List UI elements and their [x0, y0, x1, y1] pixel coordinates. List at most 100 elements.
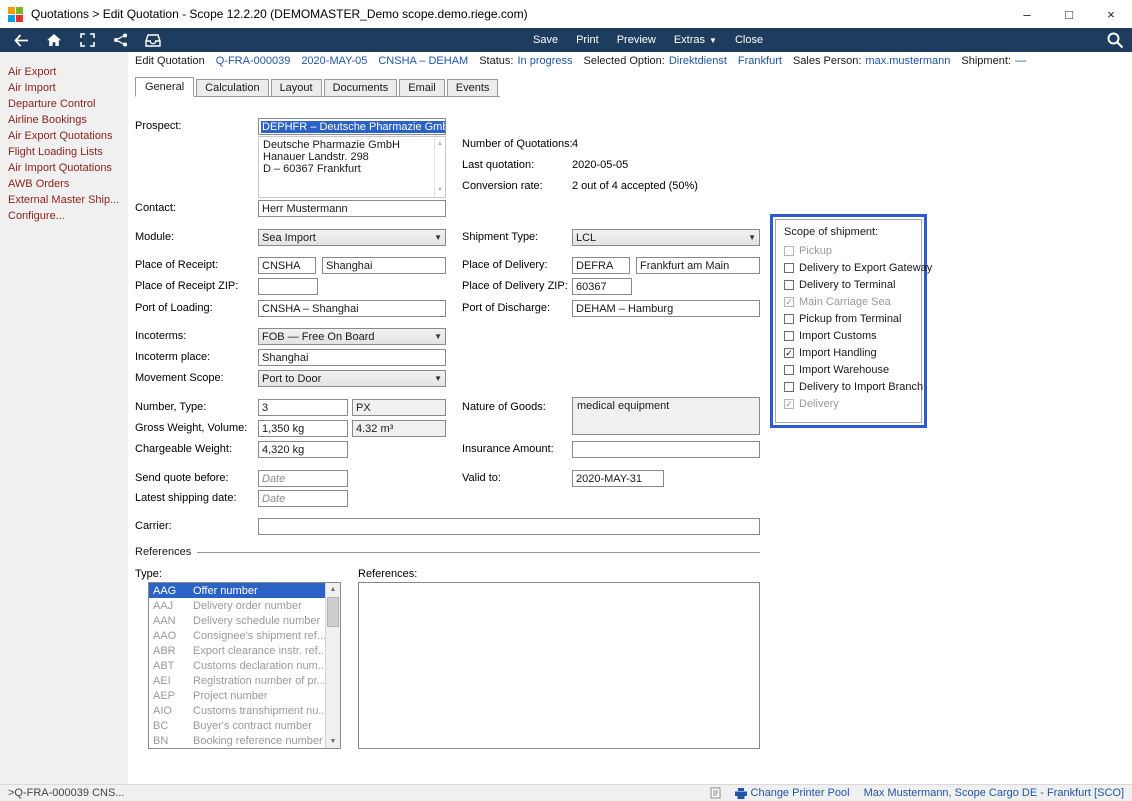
reference-type-row-aan[interactable]: AANDelivery schedule number	[149, 613, 325, 628]
prospect-combo[interactable]: DEPHFR – Deutsche Pharmazie GmbH ▼	[258, 118, 446, 135]
address-scrollbar[interactable]: ▲▼	[434, 137, 445, 197]
contact-field[interactable]: Herr Mustermann	[258, 200, 446, 217]
reference-list-scrollbar[interactable]: ▲ ▼	[325, 583, 340, 748]
sales-person-value[interactable]: max.mustermann	[865, 55, 950, 67]
scroll-down-icon[interactable]: ▼	[437, 184, 443, 196]
print-button[interactable]: Print	[571, 34, 604, 46]
sidebar-item-air-export[interactable]: Air Export	[0, 64, 128, 80]
close-window-button[interactable]: ×	[1090, 0, 1132, 28]
sidebar-item-air-import[interactable]: Air Import	[0, 80, 128, 96]
place-of-delivery-name-field[interactable]: Frankfurt am Main	[636, 257, 760, 274]
extras-button[interactable]: Extras▼	[669, 34, 722, 46]
place-of-receipt-code-field[interactable]: CNSHA	[258, 257, 316, 274]
reference-type-row-bn[interactable]: BNBooking reference number	[149, 733, 325, 748]
quotation-date-link[interactable]: 2020-MAY-05	[301, 55, 367, 67]
tab-layout[interactable]: Layout	[271, 79, 322, 96]
sidebar-item-air-export-quotations[interactable]: Air Export Quotations	[0, 128, 128, 144]
scroll-up-icon[interactable]: ▲	[437, 138, 443, 150]
place-of-delivery-zip-field[interactable]: 60367	[572, 278, 632, 295]
nature-of-goods-field[interactable]: medical equipment	[572, 397, 760, 435]
tab-general[interactable]: General	[135, 77, 194, 97]
quotation-number-link[interactable]: Q-FRA-000039	[216, 55, 291, 67]
share-icon[interactable]	[111, 32, 129, 48]
fullscreen-icon[interactable]	[78, 32, 96, 48]
current-user[interactable]: Max Mustermann, Scope Cargo DE - Frankfu…	[864, 787, 1124, 799]
incoterm-place-field[interactable]: Shanghai	[258, 349, 446, 366]
scope-checkbox-delivery-to-import-branch[interactable]: Delivery to Import Branch	[784, 378, 913, 395]
notes-icon[interactable]	[710, 787, 721, 799]
module-select[interactable]: Sea Import▼	[258, 229, 446, 246]
status-context[interactable]: >Q-FRA-000039 CNS...	[8, 787, 124, 799]
tab-events[interactable]: Events	[447, 79, 499, 96]
reference-type-row-aag[interactable]: AAGOffer number	[149, 583, 325, 598]
chargeable-weight-field[interactable]: 4,320 kg	[258, 441, 348, 458]
sidebar-item-airline-bookings[interactable]: Airline Bookings	[0, 112, 128, 128]
scope-checkbox-import-handling[interactable]: ✓Import Handling	[784, 344, 913, 361]
reference-type-row-abr[interactable]: ABRExport clearance instr. ref...	[149, 643, 325, 658]
incoterms-select[interactable]: FOB — Free On Board▼	[258, 328, 446, 345]
reference-type-list[interactable]: AAGOffer numberAAJDelivery order numberA…	[148, 582, 341, 749]
tab-calculation[interactable]: Calculation	[196, 79, 268, 96]
tab-strip: GeneralCalculationLayoutDocumentsEmailEv…	[135, 77, 500, 97]
place-of-delivery-label: Place of Delivery:	[462, 259, 548, 271]
route-link[interactable]: CNSHA – DEHAM	[378, 55, 468, 67]
number-field[interactable]: 3	[258, 399, 348, 416]
status-value[interactable]: In progress	[517, 55, 572, 67]
sidebar-item-configure[interactable]: Configure...	[0, 208, 128, 224]
tab-email[interactable]: Email	[399, 79, 445, 96]
app-window: Quotations > Edit Quotation - Scope 12.2…	[0, 0, 1132, 801]
package-type-field[interactable]: PX	[352, 399, 446, 416]
latest-shipping-date-field[interactable]: Date	[258, 490, 348, 507]
send-quote-before-field[interactable]: Date	[258, 470, 348, 487]
home-icon[interactable]	[45, 32, 63, 48]
save-button[interactable]: Save	[528, 34, 563, 46]
scope-checkbox-import-warehouse[interactable]: Import Warehouse	[784, 361, 913, 378]
reference-type-row-abt[interactable]: ABTCustoms declaration num...	[149, 658, 325, 673]
movement-scope-select[interactable]: Port to Door▼	[258, 370, 446, 387]
branch-link[interactable]: Frankfurt	[738, 55, 782, 67]
maximize-button[interactable]: □	[1048, 0, 1090, 28]
conversion-rate-value: 2 out of 4 accepted (50%)	[572, 180, 698, 192]
preview-button[interactable]: Preview	[612, 34, 661, 46]
number-of-quotations-value[interactable]: 4	[572, 138, 578, 150]
inbox-icon[interactable]	[144, 32, 162, 48]
sidebar-item-flight-loading-lists[interactable]: Flight Loading Lists	[0, 144, 128, 160]
sidebar-item-external-master-ship[interactable]: External Master Ship...	[0, 192, 128, 208]
close-button[interactable]: Close	[730, 34, 768, 46]
scope-checkbox-import-customs[interactable]: Import Customs	[784, 327, 913, 344]
place-of-delivery-code-field[interactable]: DEFRA	[572, 257, 630, 274]
place-of-receipt-name-field[interactable]: Shanghai	[322, 257, 446, 274]
port-of-loading-field[interactable]: CNSHA – Shanghai	[258, 300, 446, 317]
reference-type-row-aio[interactable]: AIOCustoms transhipment nu...	[149, 703, 325, 718]
carrier-field[interactable]	[258, 518, 760, 535]
sidebar-item-departure-control[interactable]: Departure Control	[0, 96, 128, 112]
reference-type-code: BN	[149, 735, 193, 747]
reference-type-row-aei[interactable]: AEIRegistration number of pr...	[149, 673, 325, 688]
back-icon[interactable]	[12, 32, 30, 48]
port-of-discharge-field[interactable]: DEHAM – Hamburg	[572, 300, 760, 317]
gross-weight-field[interactable]: 1,350 kg	[258, 420, 348, 437]
reference-type-row-aao[interactable]: AAOConsignee's shipment ref...	[149, 628, 325, 643]
sidebar-item-awb-orders[interactable]: AWB Orders	[0, 176, 128, 192]
references-textarea[interactable]	[358, 582, 760, 749]
scrollbar-thumb[interactable]	[327, 597, 339, 627]
change-printer-pool-link[interactable]: Change Printer Pool	[735, 787, 850, 799]
valid-to-field[interactable]: 2020-MAY-31	[572, 470, 664, 487]
scope-checkbox-delivery-to-terminal[interactable]: Delivery to Terminal	[784, 276, 913, 293]
reference-type-row-bc[interactable]: BCBuyer's contract number	[149, 718, 325, 733]
minimize-button[interactable]: –	[1006, 0, 1048, 28]
scope-checkbox-delivery-to-export-gateway[interactable]: Delivery to Export Gateway	[784, 259, 913, 276]
sidebar-item-air-import-quotations[interactable]: Air Import Quotations	[0, 160, 128, 176]
scroll-down-icon[interactable]: ▼	[326, 735, 340, 748]
reference-type-row-aep[interactable]: AEPProject number	[149, 688, 325, 703]
reference-type-row-aaj[interactable]: AAJDelivery order number	[149, 598, 325, 613]
insurance-amount-field[interactable]	[572, 441, 760, 458]
scroll-up-icon[interactable]: ▲	[326, 583, 340, 596]
volume-field[interactable]: 4.32 m³	[352, 420, 446, 437]
tab-documents[interactable]: Documents	[324, 79, 398, 96]
selected-option-value[interactable]: Direktdienst	[669, 55, 727, 67]
scope-checkbox-pickup-from-terminal[interactable]: Pickup from Terminal	[784, 310, 913, 327]
place-of-receipt-zip-field[interactable]	[258, 278, 318, 295]
shipment-type-select[interactable]: LCL▼	[572, 229, 760, 246]
search-icon[interactable]	[1106, 31, 1124, 52]
